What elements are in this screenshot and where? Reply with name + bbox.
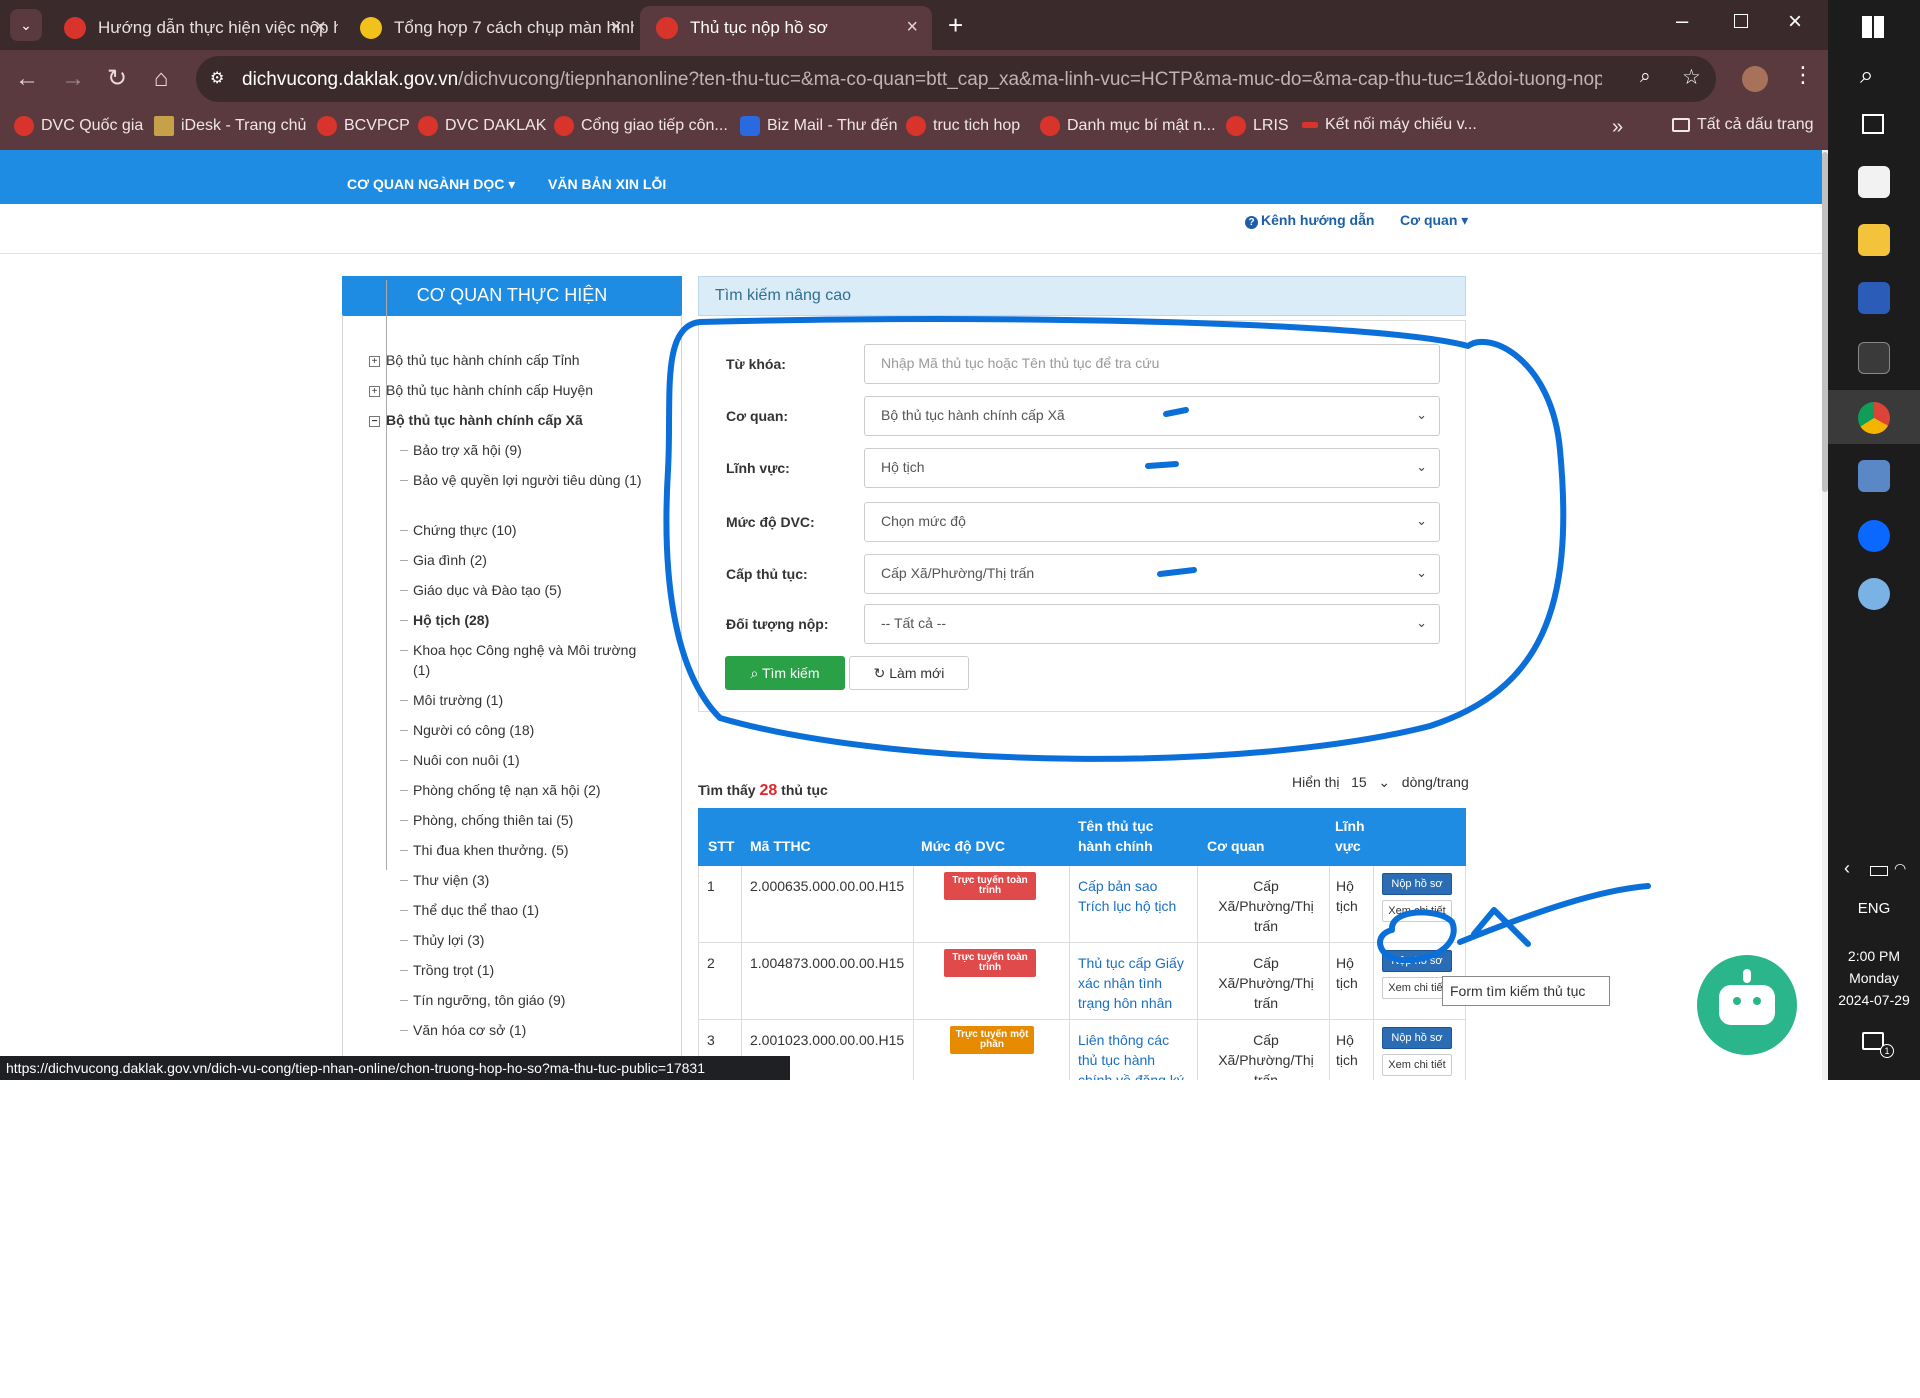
bookmark-item[interactable]: Biz Mail - Thư đến: [740, 116, 897, 136]
search-icon[interactable]: ⌕: [1860, 62, 1873, 90]
calculator-icon[interactable]: [1858, 342, 1890, 374]
remote-desktop-icon[interactable]: [1858, 460, 1890, 492]
language-indicator[interactable]: ENG: [1828, 900, 1920, 917]
clock-time[interactable]: 2:00 PM: [1828, 948, 1920, 964]
new-tab-icon[interactable]: +: [948, 10, 963, 41]
forward-icon[interactable]: →: [56, 62, 90, 96]
tab-title: Hướng dẫn thực hiện việc nộp h: [98, 18, 338, 37]
status-bar-url: https://dichvucong.daklak.gov.vn/dich-vu…: [0, 1056, 790, 1080]
browser-tab-2[interactable]: Tổng hợp 7 cách chụp màn hình ×: [344, 6, 636, 50]
bookmark-icon: [554, 116, 574, 136]
tab-title: Thủ tục nộp hồ sơ: [690, 18, 828, 37]
close-tab-icon[interactable]: ×: [906, 16, 918, 39]
more-bookmarks-icon[interactable]: »: [1612, 116, 1623, 139]
close-tab-icon[interactable]: ×: [314, 16, 326, 39]
close-window-icon[interactable]: ×: [1788, 8, 1802, 36]
chrome-icon[interactable]: [1858, 402, 1890, 434]
bookmark-icon: [1226, 116, 1246, 136]
bookmark-item[interactable]: truc tich hop: [906, 116, 1020, 136]
bookmark-icon: [317, 116, 337, 136]
annotation-tick: [1145, 461, 1179, 469]
file-explorer-icon[interactable]: [1858, 224, 1890, 256]
clock-date[interactable]: 2024-07-29: [1828, 992, 1920, 1008]
annotation-arrow: [1457, 883, 1651, 947]
web-page: CƠ QUAN NGÀNH DỌC ▾ VĂN BẢN XIN LỖI ? Kên…: [0, 150, 1822, 1080]
browser-tab-3-active[interactable]: Thủ tục nộp hồ sơ ×: [640, 6, 932, 50]
address-bar-row: ← → ↻ ⌂ ⚙ dichvucong.daklak.gov.vn/dichv…: [0, 50, 1828, 108]
url-text: dichvucong.daklak.gov.vn/dichvucong/tiep…: [242, 69, 1602, 90]
chatbot-button[interactable]: [1697, 955, 1797, 1055]
all-bookmarks-folder[interactable]: Tất cả dấu trang: [1672, 116, 1814, 134]
notification-count: 1: [1880, 1044, 1894, 1058]
bookmark-item[interactable]: LRIS: [1226, 116, 1289, 136]
windows-taskbar: ⌕ ‹ ◠ ENG 2:00 PM Monday 2024-07-29 1: [1828, 0, 1920, 1080]
tab-favicon-icon: [656, 17, 678, 39]
bookmark-icon: [14, 116, 34, 136]
word-icon[interactable]: [1858, 282, 1890, 314]
windows-start-icon[interactable]: [1862, 16, 1884, 38]
bookmark-item[interactable]: iDesk - Trang chủ: [154, 116, 306, 136]
clock-day[interactable]: Monday: [1828, 970, 1920, 986]
zalo-icon[interactable]: [1858, 520, 1890, 552]
back-icon[interactable]: ←: [10, 62, 44, 96]
robot-icon: [1719, 985, 1775, 1025]
bookmark-icon: [154, 116, 174, 136]
bookmark-icon: [1040, 116, 1060, 136]
bookmark-icon: [740, 116, 760, 136]
bookmark-item[interactable]: Danh mục bí mật n...: [1040, 116, 1216, 136]
omnibox[interactable]: ⚙ dichvucong.daklak.gov.vn/dichvucong/ti…: [196, 56, 1716, 102]
annotation-button-circle: [1377, 909, 1457, 964]
menu-kebab-icon[interactable]: ⋮: [1792, 62, 1814, 88]
zoom-icon[interactable]: ⌕: [1640, 66, 1651, 88]
bookmark-item[interactable]: Kết nối máy chiếu v...: [1302, 116, 1477, 134]
tooltip: Form tìm kiếm thủ tục: [1442, 976, 1610, 1006]
profile-avatar[interactable]: [1742, 66, 1768, 92]
annotation-overlay: [663, 316, 1651, 964]
annotation-circle: [663, 316, 1567, 762]
bookmark-item[interactable]: DVC DAKLAK: [418, 116, 546, 136]
task-view-icon[interactable]: [1862, 114, 1884, 134]
folder-icon: [1672, 118, 1690, 132]
battery-icon[interactable]: [1870, 866, 1888, 876]
wifi-icon[interactable]: ◠: [1894, 860, 1906, 877]
tab-bar: ⌄ Hướng dẫn thực hiện việc nộp h × Tổng …: [0, 0, 1828, 50]
bookmark-icon: [1302, 122, 1318, 128]
tab-favicon-icon: [64, 17, 86, 39]
bookmarks-bar: DVC Quốc gia iDesk - Trang chủ BCVPCP DV…: [0, 108, 1828, 150]
close-tab-icon[interactable]: ×: [610, 16, 622, 39]
tab-search-dropdown[interactable]: ⌄: [10, 9, 42, 41]
bookmark-item[interactable]: DVC Quốc gia: [14, 116, 143, 136]
bookmark-icon: [906, 116, 926, 136]
paint-icon[interactable]: [1858, 578, 1890, 610]
reload-icon[interactable]: ↻: [100, 62, 134, 96]
tab-title: Tổng hợp 7 cách chụp màn hình: [394, 18, 634, 37]
annotation-tick: [1157, 567, 1197, 577]
site-info-icon[interactable]: ⚙: [210, 68, 224, 88]
bookmark-icon: [418, 116, 438, 136]
minimize-icon[interactable]: –: [1676, 8, 1688, 34]
store-icon[interactable]: [1858, 166, 1890, 198]
bookmark-star-icon[interactable]: ☆: [1682, 65, 1701, 90]
tab-favicon-icon: [360, 17, 382, 39]
bookmark-item[interactable]: Cổng giao tiếp côn...: [554, 116, 728, 136]
browser-tab-1[interactable]: Hướng dẫn thực hiện việc nộp h ×: [48, 6, 340, 50]
restore-icon[interactable]: [1734, 14, 1748, 28]
home-icon[interactable]: ⌂: [144, 62, 178, 96]
tray-chevron-icon[interactable]: ‹: [1844, 858, 1850, 879]
annotation-tick: [1163, 407, 1189, 417]
bookmark-item[interactable]: BCVPCP: [317, 116, 410, 136]
